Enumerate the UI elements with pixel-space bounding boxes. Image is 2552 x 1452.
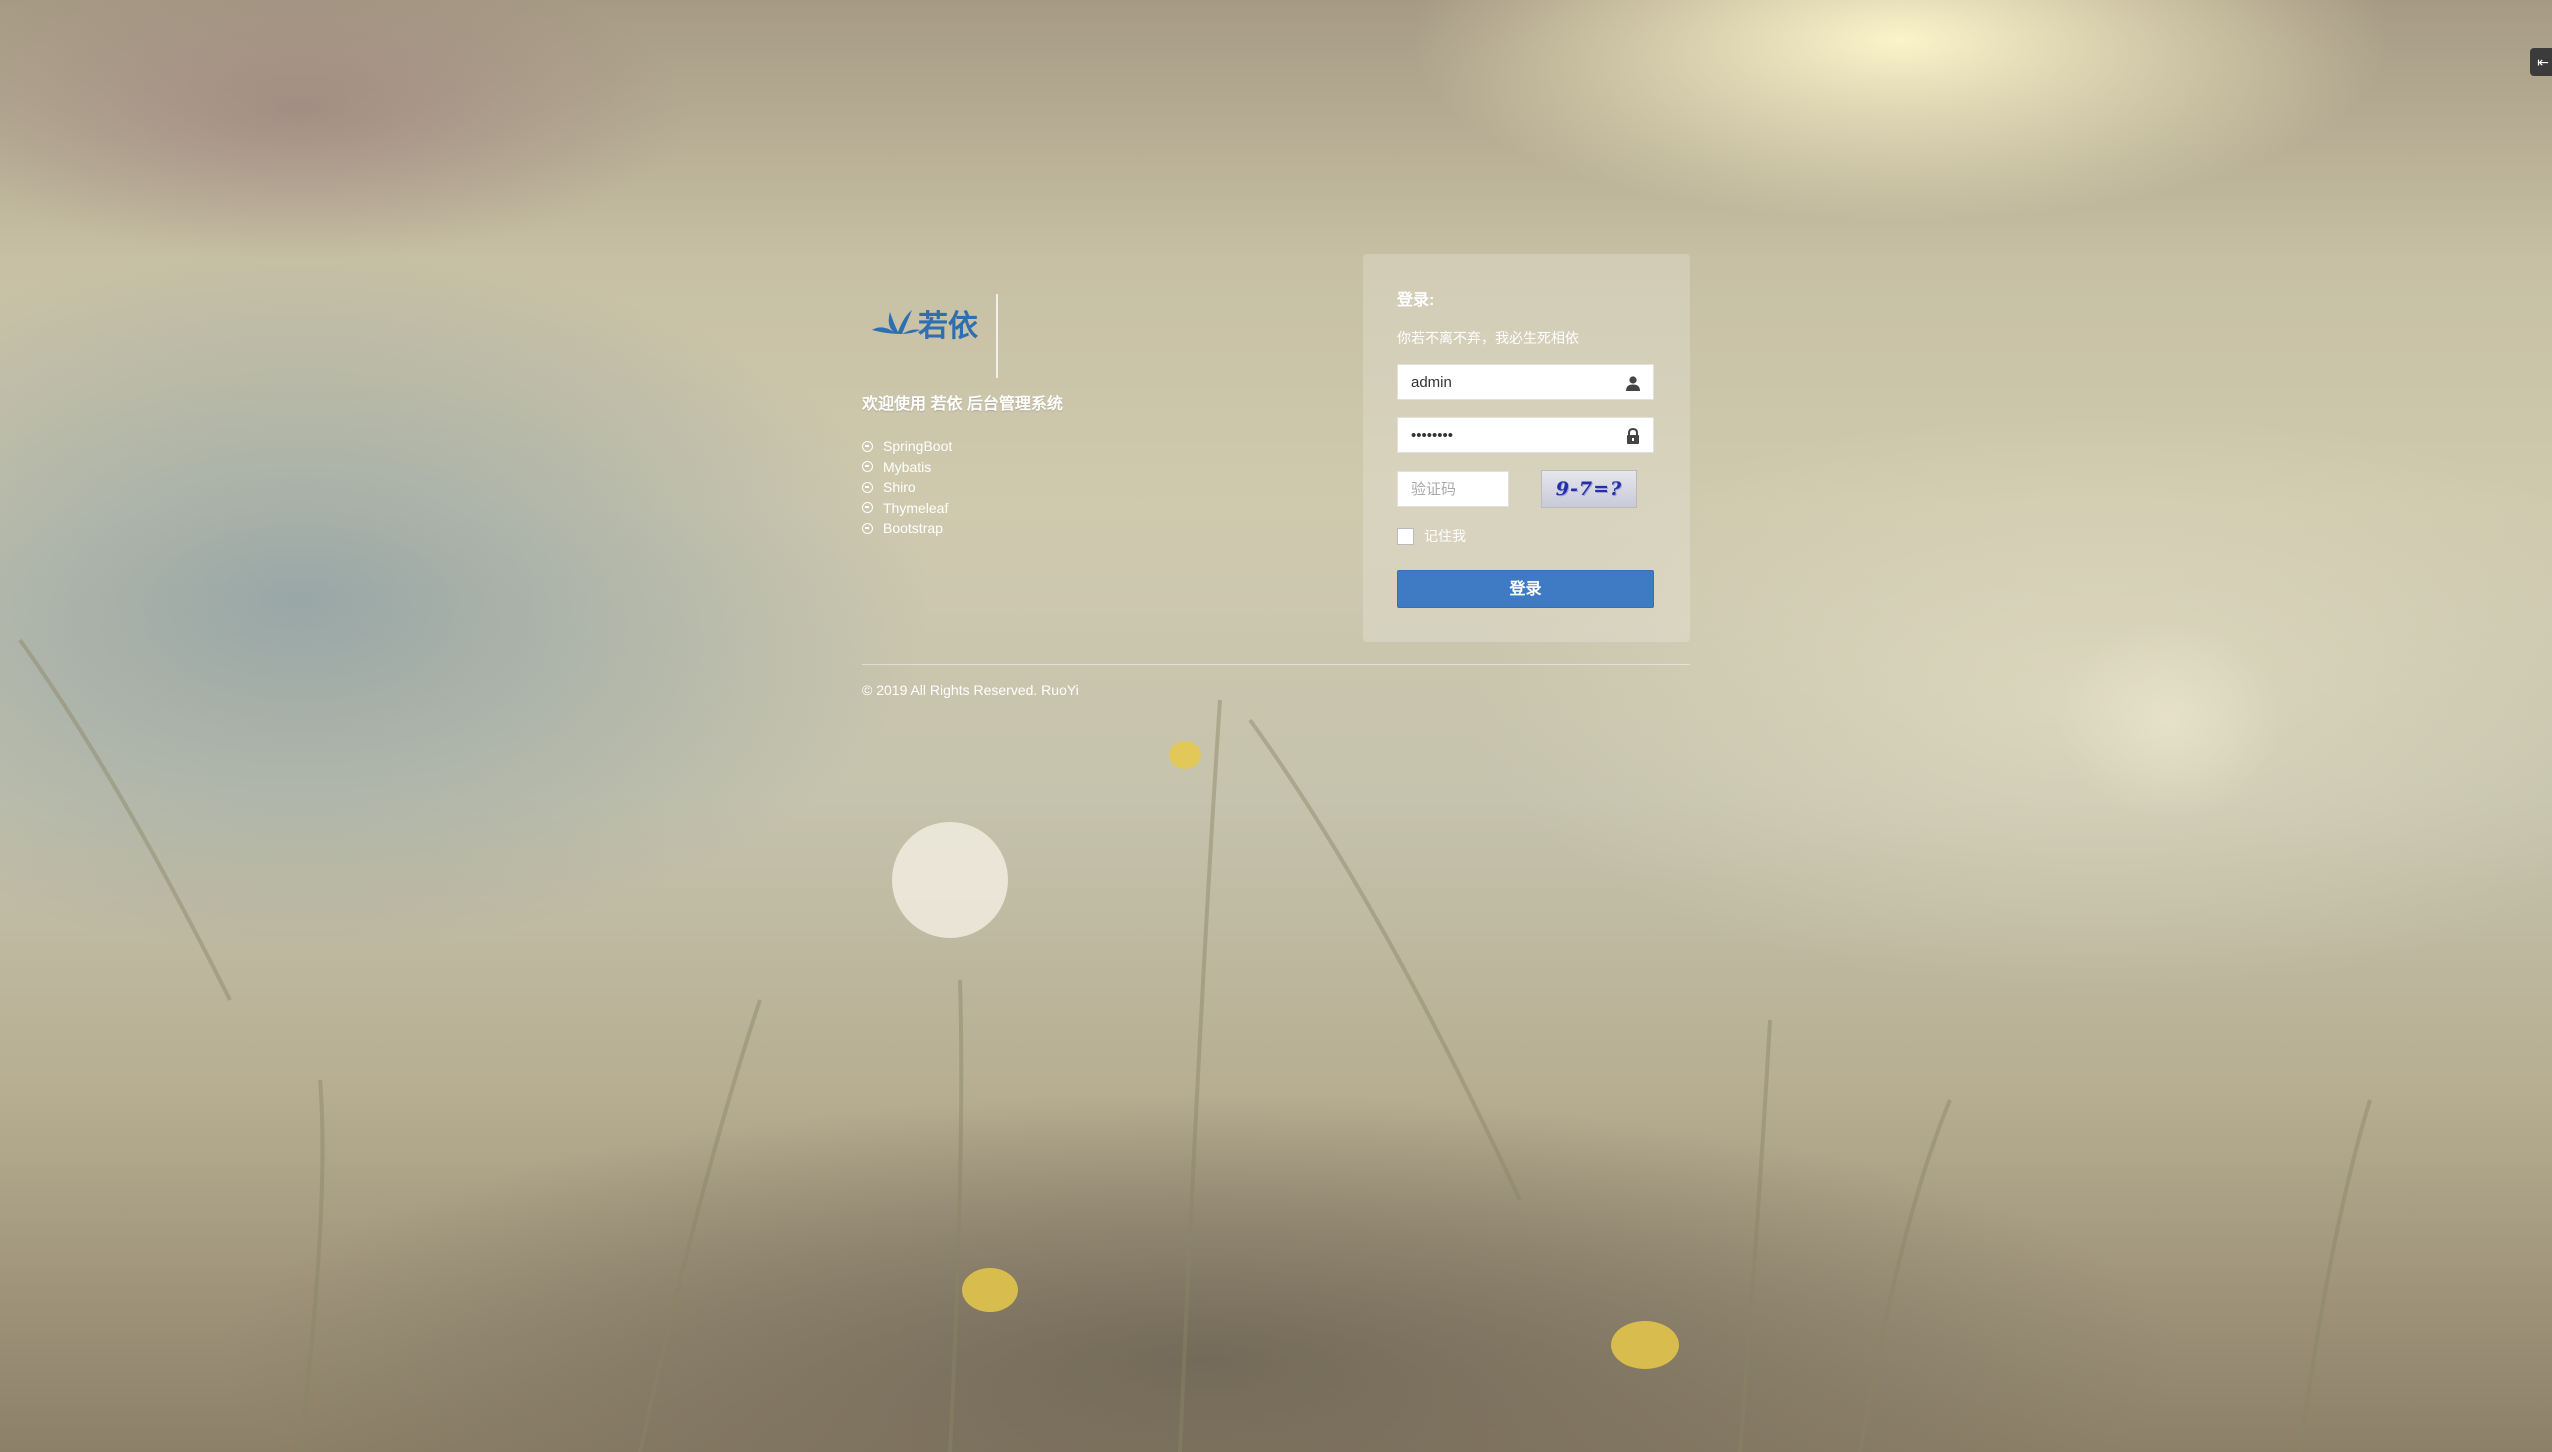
password-input[interactable] — [1398, 418, 1634, 452]
username-input[interactable] — [1398, 365, 1634, 399]
logo: 若依 — [872, 309, 979, 344]
footer-divider — [862, 664, 1690, 665]
lock-icon — [1627, 428, 1639, 444]
feature-item: Bootstrap — [862, 518, 952, 539]
user-icon — [1626, 376, 1640, 391]
feature-item: Shiro — [862, 477, 952, 498]
login-panel: 登录: 你若不离不弃，我必生死相依 9-7=? 记住我 登录 — [1363, 254, 1690, 642]
logo-divider — [996, 294, 998, 378]
password-field — [1397, 417, 1654, 453]
captcha-field — [1397, 471, 1514, 507]
collapse-icon[interactable]: ⇤ — [2530, 48, 2552, 76]
captcha-input[interactable] — [1398, 472, 1514, 506]
logo-text: 若依 — [918, 309, 979, 344]
remember-label: 记住我 — [1424, 528, 1466, 544]
minus-circle-icon — [862, 481, 873, 493]
feature-item: Mybatis — [862, 457, 952, 478]
grass-decoration — [18, 638, 2372, 1452]
login-title: 登录: — [1397, 292, 1435, 309]
username-field — [1397, 364, 1654, 400]
minus-circle-icon — [862, 440, 873, 452]
remember-checkbox[interactable] — [1397, 527, 1414, 545]
feature-item: Thymeleaf — [862, 498, 952, 519]
copyright-text: © 2019 All Rights Reserved. RuoYi — [862, 682, 1079, 698]
minus-circle-icon — [862, 522, 873, 534]
feature-list: SpringBoot Mybatis Shiro Thymeleaf Boots… — [862, 436, 952, 539]
welcome-text: 欢迎使用 若依 后台管理系统 — [862, 396, 1063, 413]
remember-me[interactable]: 记住我 — [1397, 526, 1466, 546]
minus-circle-icon — [862, 502, 873, 514]
minus-circle-icon — [862, 461, 873, 473]
feature-item: SpringBoot — [862, 436, 952, 457]
captcha-image[interactable]: 9-7=? — [1541, 470, 1637, 508]
login-button[interactable]: 登录 — [1397, 570, 1654, 608]
login-subtitle: 你若不离不弃，我必生死相依 — [1397, 330, 1579, 346]
